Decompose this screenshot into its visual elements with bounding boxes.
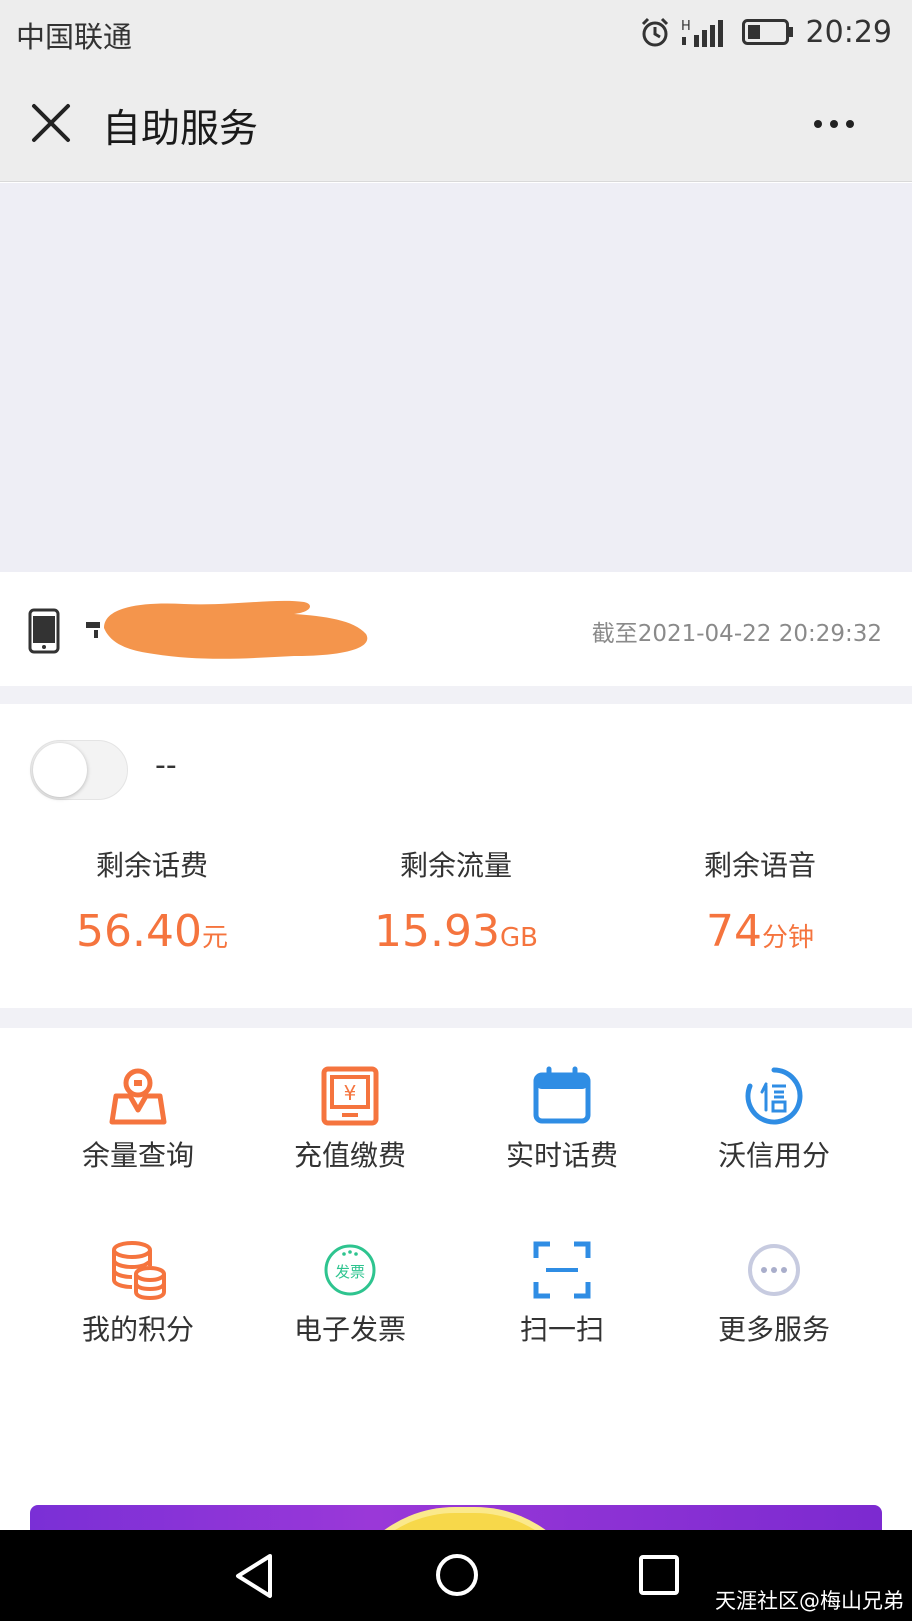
status-bar: 中国联通 H 20:29: [0, 0, 912, 64]
service-label: 充值缴费: [293, 1139, 406, 1172]
stat-unit: 元: [201, 923, 228, 953]
stat-number: 56.40: [76, 906, 202, 957]
section-divider: [0, 1008, 912, 1028]
toggle-knob: [33, 743, 87, 797]
stat-remaining-voice[interactable]: 剩余语音 74分钟: [608, 844, 912, 957]
account-row: 截至2021-04-22 20:29:32: [0, 572, 912, 686]
service-more[interactable]: 更多服务: [668, 1240, 880, 1380]
svg-text:H: H: [681, 19, 691, 34]
more-button[interactable]: [804, 104, 864, 144]
close-button[interactable]: [28, 100, 74, 146]
home-icon[interactable]: [434, 1552, 480, 1598]
coins-icon: [112, 1241, 166, 1300]
svg-text:¥: ¥: [344, 1081, 357, 1105]
signal-icon: H: [681, 19, 723, 47]
service-scan[interactable]: 扫一扫: [456, 1240, 668, 1380]
toggle-label: --: [155, 748, 177, 783]
stat-value: 15.93GB: [304, 906, 608, 957]
section-divider: [0, 686, 912, 704]
carrier-name: 中国联通: [16, 20, 133, 54]
service-label: 扫一扫: [519, 1313, 604, 1346]
stat-label: 剩余话费: [95, 849, 208, 882]
scan-icon: [533, 1241, 591, 1299]
invoice-icon: 发票: [324, 1244, 376, 1296]
balance-panel: -- 剩余话费 56.40元 剩余流量 15.93GB 剩余语音 74分钟: [0, 704, 912, 1008]
phone-icon: [28, 608, 60, 654]
svg-text:发票: 发票: [335, 1263, 365, 1281]
system-nav-bar: 天涯社区@梅山兄弟: [0, 1530, 912, 1621]
close-icon: [32, 104, 70, 142]
alarm-icon: [641, 17, 668, 47]
stat-value: 56.40元: [0, 906, 304, 957]
banner-placeholder: [0, 183, 912, 572]
service-label: 实时话费: [505, 1139, 618, 1172]
page-title: 自助服务: [102, 107, 259, 152]
more-services-icon: [748, 1244, 800, 1296]
service-label: 我的积分: [81, 1313, 194, 1346]
service-label: 沃信用分: [717, 1139, 830, 1172]
stat-remaining-fee[interactable]: 剩余话费 56.40元: [0, 844, 304, 957]
watermark: 天涯社区@梅山兄弟: [715, 1589, 904, 1613]
promo-banner[interactable]: [30, 1505, 882, 1530]
more-icon: [814, 120, 854, 128]
service-my-points[interactable]: 我的积分: [32, 1240, 244, 1380]
services-grid: 余量查询 ¥ 充值缴费 实时话费 沃信用分 我的积分 发票 电子发票 扫一扫 更…: [0, 1028, 912, 1530]
service-balance-query[interactable]: 余量查询: [32, 1066, 244, 1206]
stat-label: 剩余语音: [703, 849, 816, 882]
stat-unit: GB: [499, 923, 538, 953]
stat-number: 74: [705, 906, 762, 957]
calendar-icon: [533, 1066, 591, 1124]
service-realtime-fee[interactable]: 实时话费: [456, 1066, 668, 1206]
balance-query-icon: [109, 1068, 167, 1125]
credit-icon: [745, 1067, 803, 1125]
battery-icon: [741, 19, 793, 45]
account-toggle[interactable]: [30, 740, 128, 800]
service-recharge[interactable]: ¥ 充值缴费: [244, 1066, 456, 1206]
stat-value: 74分钟: [608, 906, 912, 957]
stat-number: 15.93: [374, 906, 500, 957]
clock: 20:29: [805, 14, 892, 50]
back-icon[interactable]: [232, 1552, 276, 1600]
redacted-phone-number: [86, 600, 368, 659]
recents-icon[interactable]: [638, 1554, 680, 1596]
nav-bar: 自助服务: [0, 64, 912, 182]
stat-unit: 分钟: [761, 923, 814, 953]
stat-label: 剩余流量: [399, 849, 512, 882]
promo-graphic: [335, 1507, 595, 1530]
service-label: 电子发票: [293, 1313, 406, 1346]
service-credit-score[interactable]: 沃信用分: [668, 1066, 880, 1206]
service-e-invoice[interactable]: 发票 电子发票: [244, 1240, 456, 1380]
service-label: 更多服务: [717, 1313, 830, 1346]
stat-remaining-data[interactable]: 剩余流量 15.93GB: [304, 844, 608, 957]
service-label: 余量查询: [81, 1139, 194, 1172]
recharge-icon: ¥: [321, 1066, 379, 1126]
as-of-timestamp: 截至2021-04-22 20:29:32: [591, 621, 882, 647]
status-icons: H 20:29: [638, 12, 892, 52]
